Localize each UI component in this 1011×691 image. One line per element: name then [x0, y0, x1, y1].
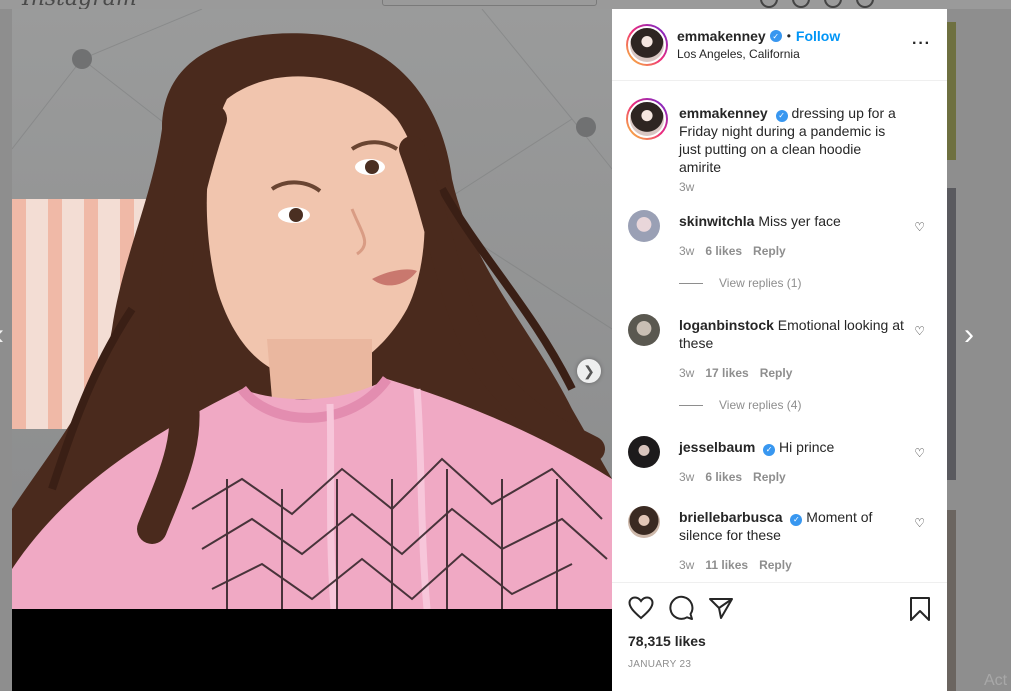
chevron-right-icon: ❯: [583, 362, 595, 379]
more-options-icon[interactable]: ···: [912, 35, 931, 53]
commenter-avatar[interactable]: [628, 210, 660, 242]
comment-username[interactable]: loganbinstock: [679, 317, 774, 333]
background-nav-icons: [760, 0, 874, 8]
comment-time[interactable]: 3w: [679, 244, 694, 258]
comment-time[interactable]: 3w: [679, 366, 694, 380]
author-avatar[interactable]: [626, 23, 668, 66]
likes-count[interactable]: 78,315 likes: [628, 633, 931, 649]
share-icon[interactable]: [708, 596, 734, 620]
heart-icon[interactable]: [628, 596, 654, 620]
comment-icon[interactable]: [668, 595, 694, 621]
post-header: emmakenney ✓ • Follow Los Angeles, Calif…: [612, 9, 947, 81]
caption-avatar[interactable]: [626, 98, 668, 140]
comment-text: Miss yer face: [758, 213, 841, 229]
background-thumbnail: [947, 22, 956, 160]
caption-time[interactable]: 3w: [679, 180, 694, 194]
post-actions: 78,315 likes JANUARY 23: [612, 582, 947, 670]
post-detail-panel: emmakenney ✓ • Follow Los Angeles, Calif…: [612, 9, 947, 691]
background-search-box: [382, 0, 597, 6]
post-date[interactable]: JANUARY 23: [628, 659, 931, 670]
background-thumbnail: [947, 188, 956, 480]
next-post-arrow-icon[interactable]: ›: [964, 318, 974, 352]
follow-button[interactable]: Follow: [796, 28, 840, 44]
comment-likes[interactable]: 6 likes: [705, 470, 742, 484]
reply-button[interactable]: Reply: [753, 470, 786, 484]
photo-illustration: [12, 9, 612, 609]
comment-username[interactable]: jesselbaum: [679, 439, 755, 455]
comment-likes[interactable]: 17 likes: [705, 366, 748, 380]
commenter-avatar[interactable]: [628, 314, 660, 346]
comment-likes[interactable]: 11 likes: [705, 558, 748, 572]
separator-dot: •: [786, 29, 791, 43]
reply-button[interactable]: Reply: [753, 244, 786, 258]
comment-likes[interactable]: 6 likes: [705, 244, 742, 258]
replies-divider-line: [679, 404, 703, 406]
view-replies-button[interactable]: View replies (1): [679, 276, 801, 290]
activity-icon: [856, 0, 874, 8]
comment-time[interactable]: 3w: [679, 558, 694, 572]
comment-like-heart-icon[interactable]: ♡: [914, 446, 925, 460]
media-next-button[interactable]: ❯: [577, 359, 601, 383]
reply-button[interactable]: Reply: [760, 366, 793, 380]
messenger-icon: [792, 0, 810, 8]
author-username[interactable]: emmakenney: [677, 28, 766, 44]
commenter-avatar[interactable]: [628, 436, 660, 468]
activate-windows-watermark: Act: [984, 672, 1008, 689]
verified-badge-icon: ✓: [775, 110, 788, 122]
post-location[interactable]: Los Angeles, California: [677, 47, 840, 61]
post-media: ❯: [12, 9, 612, 691]
verified-badge-icon: ✓: [769, 30, 782, 42]
bookmark-icon[interactable]: [909, 596, 931, 622]
replies-divider-line: [679, 282, 703, 284]
view-replies-button[interactable]: View replies (4): [679, 398, 801, 412]
reply-button[interactable]: Reply: [759, 558, 792, 572]
comment-time[interactable]: 3w: [679, 470, 694, 484]
home-icon: [760, 0, 778, 8]
background-thumbnail: [947, 510, 956, 691]
view-replies-label: View replies (4): [719, 398, 802, 412]
comment-like-heart-icon[interactable]: ♡: [914, 516, 925, 530]
view-replies-label: View replies (1): [719, 276, 802, 290]
post-photo[interactable]: [12, 9, 612, 609]
previous-post-arrow-icon[interactable]: ‹: [0, 318, 4, 352]
explore-icon: [824, 0, 842, 8]
comment-text: Hi prince: [779, 439, 835, 455]
comment-like-heart-icon[interactable]: ♡: [914, 220, 925, 234]
comments-list[interactable]: emmakenney ✓ dressing up for a Friday ni…: [612, 82, 947, 582]
verified-badge-icon: ✓: [763, 444, 776, 456]
comment-like-heart-icon[interactable]: ♡: [914, 324, 925, 338]
commenter-avatar[interactable]: [628, 506, 660, 538]
comment-username[interactable]: briellebarbusca: [679, 509, 783, 525]
caption-username[interactable]: emmakenney: [679, 105, 768, 121]
comment-username[interactable]: skinwitchla: [679, 213, 754, 229]
verified-badge-icon: ✓: [790, 514, 803, 526]
